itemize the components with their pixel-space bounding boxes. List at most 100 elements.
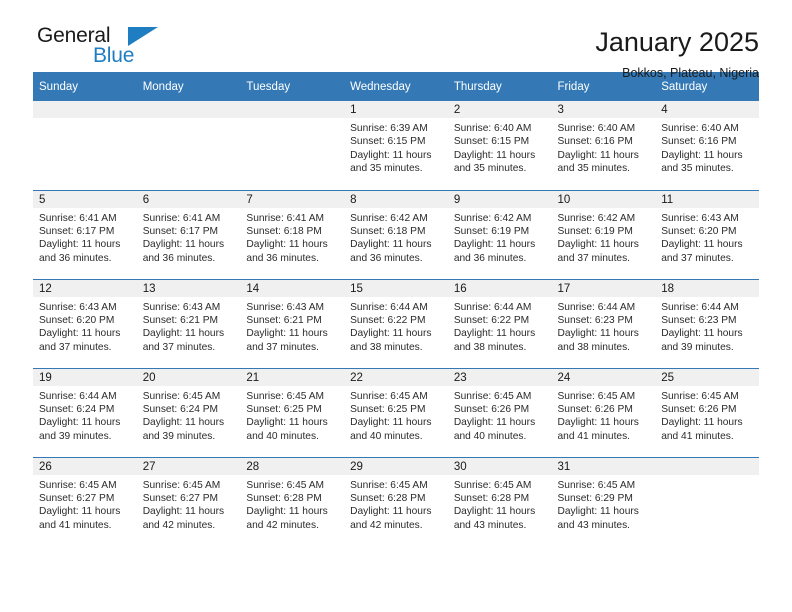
- calendar-week-row: 1 Sunrise: 6:39 AM Sunset: 6:15 PM Daylight…: [33, 101, 759, 190]
- day-info-line: Daylight: 11 hours: [661, 149, 743, 161]
- day-info-line: and 37 minutes.: [661, 252, 734, 264]
- day-number: 4: [655, 101, 759, 118]
- calendar-day-cell[interactable]: 18 Sunrise: 6:44 AM Sunset: 6:23 PM Dayligh…: [655, 278, 759, 368]
- day-sun-info: Sunrise: 6:44 AM Sunset: 6:22 PM Daylight:…: [448, 297, 552, 355]
- day-info-line: Sunset: 6:19 PM: [453, 225, 530, 237]
- day-info-line: and 37 minutes.: [246, 341, 319, 353]
- day-info-line: and 36 minutes.: [39, 252, 112, 264]
- day-info-line: Daylight: 11 hours: [453, 149, 536, 161]
- calendar-day-cell[interactable]: 23 Sunrise: 6:45 AM Sunset: 6:26 PM Dayligh…: [447, 367, 552, 457]
- day-info-line: Daylight: 11 hours: [453, 417, 536, 429]
- calendar-day-cell[interactable]: 17 Sunrise: 6:44 AM Sunset: 6:23 PM Dayligh…: [551, 278, 656, 368]
- calendar-day-cell[interactable]: 6 Sunrise: 6:41 AM Sunset: 6:17 PM Daylight…: [136, 189, 241, 279]
- day-info-line: Sunset: 6:23 PM: [661, 314, 737, 326]
- brand-logo[interactable]: General Blue: [33, 24, 163, 70]
- calendar-day-cell[interactable]: 20 Sunrise: 6:45 AM Sunset: 6:24 PM Dayligh…: [136, 367, 241, 457]
- day-info-line: Daylight: 11 hours: [557, 239, 639, 251]
- day-number: 18: [655, 279, 759, 297]
- day-sun-info: Sunrise: 6:45 AM Sunset: 6:25 PM Daylight:…: [240, 386, 344, 444]
- day-info-line: Sunset: 6:27 PM: [142, 492, 219, 504]
- day-info-line: Sunrise: 6:42 AM: [453, 212, 532, 224]
- calendar-day-cell[interactable]: 5 Sunrise: 6:41 AM Sunset: 6:17 PM Daylight…: [33, 189, 137, 279]
- calendar-day-cell[interactable]: 12 Sunrise: 6:43 AM Sunset: 6:20 PM Dayligh…: [33, 278, 137, 368]
- calendar-day-cell[interactable]: 22 Sunrise: 6:45 AM Sunset: 6:25 PM Dayligh…: [344, 367, 448, 457]
- day-number: 17: [551, 279, 656, 297]
- day-info-line: and 37 minutes.: [39, 341, 112, 353]
- day-info-line: Daylight: 11 hours: [557, 506, 639, 518]
- calendar-day-cell[interactable]: 30 Sunrise: 6:45 AM Sunset: 6:28 PM Dayligh…: [447, 456, 552, 546]
- calendar-day-cell[interactable]: 29 Sunrise: 6:45 AM Sunset: 6:28 PM Dayligh…: [344, 456, 448, 546]
- day-number: 9: [447, 190, 552, 208]
- day-info-line: Sunset: 6:17 PM: [142, 225, 219, 237]
- day-info-line: Sunset: 6:28 PM: [453, 492, 530, 504]
- day-sun-info: Sunrise: 6:40 AM Sunset: 6:16 PM Daylight:…: [655, 118, 759, 176]
- calendar-day-cell[interactable]: 11 Sunrise: 6:43 AM Sunset: 6:20 PM Dayligh…: [655, 189, 759, 279]
- day-info-line: Sunrise: 6:44 AM: [557, 301, 636, 313]
- day-number: 22: [344, 368, 448, 386]
- day-info-line: Daylight: 11 hours: [39, 506, 121, 518]
- calendar-day-cell[interactable]: 2 Sunrise: 6:40 AM Sunset: 6:15 PM Daylight…: [447, 101, 552, 190]
- calendar-day-cell[interactable]: 3 Sunrise: 6:40 AM Sunset: 6:16 PM Daylight…: [551, 101, 656, 190]
- day-info-line: Sunrise: 6:44 AM: [661, 301, 739, 313]
- day-sun-info: Sunrise: 6:45 AM Sunset: 6:28 PM Daylight:…: [240, 475, 344, 533]
- calendar-day-cell[interactable]: 10 Sunrise: 6:42 AM Sunset: 6:19 PM Dayligh…: [551, 189, 656, 279]
- calendar-day-cell[interactable]: 7 Sunrise: 6:41 AM Sunset: 6:18 PM Daylight…: [240, 189, 345, 279]
- day-sun-info: Sunrise: 6:43 AM Sunset: 6:21 PM Daylight:…: [137, 297, 241, 355]
- day-info-line: and 40 minutes.: [453, 430, 527, 442]
- calendar-day-cell[interactable]: 8 Sunrise: 6:42 AM Sunset: 6:18 PM Daylight…: [344, 189, 448, 279]
- calendar-day-cell[interactable]: 25 Sunrise: 6:45 AM Sunset: 6:26 PM Dayligh…: [655, 367, 759, 457]
- calendar-day-cell[interactable]: 1 Sunrise: 6:39 AM Sunset: 6:15 PM Daylight…: [344, 101, 448, 190]
- day-info-line: Daylight: 11 hours: [661, 417, 743, 429]
- day-info-line: Sunrise: 6:44 AM: [39, 390, 117, 402]
- calendar-day-cell[interactable]: 9 Sunrise: 6:42 AM Sunset: 6:19 PM Daylight…: [447, 189, 552, 279]
- day-info-line: Daylight: 11 hours: [142, 417, 225, 429]
- day-number: 23: [447, 368, 552, 386]
- day-info-line: and 35 minutes.: [557, 163, 631, 175]
- calendar-day-cell[interactable]: 13 Sunrise: 6:43 AM Sunset: 6:21 PM Dayligh…: [136, 278, 241, 368]
- day-number: 20: [136, 368, 241, 386]
- day-info-line: and 35 minutes.: [453, 163, 527, 175]
- calendar-day-cell[interactable]: 16 Sunrise: 6:44 AM Sunset: 6:22 PM Dayligh…: [447, 278, 552, 368]
- day-info-line: Sunrise: 6:45 AM: [246, 390, 324, 402]
- day-info-line: Daylight: 11 hours: [350, 239, 432, 251]
- day-info-line: Sunrise: 6:43 AM: [246, 301, 324, 313]
- calendar-day-cell[interactable]: 4 Sunrise: 6:40 AM Sunset: 6:16 PM Daylight…: [655, 101, 759, 190]
- calendar-day-cell[interactable]: 14 Sunrise: 6:43 AM Sunset: 6:21 PM Dayligh…: [240, 278, 345, 368]
- day-info-line: and 38 minutes.: [453, 341, 527, 353]
- day-info-line: Daylight: 11 hours: [246, 328, 328, 340]
- day-info-line: Daylight: 11 hours: [246, 239, 328, 251]
- calendar-day-cell[interactable]: 28 Sunrise: 6:45 AM Sunset: 6:28 PM Dayligh…: [240, 456, 345, 546]
- day-number: 2: [447, 101, 552, 118]
- day-info-line: Sunset: 6:16 PM: [557, 136, 633, 148]
- day-info-line: Daylight: 11 hours: [350, 506, 432, 518]
- day-info-line: Sunrise: 6:43 AM: [661, 212, 739, 224]
- day-info-line: Daylight: 11 hours: [39, 239, 121, 251]
- day-info-line: Sunset: 6:23 PM: [557, 314, 633, 326]
- calendar-day-cell[interactable]: 27 Sunrise: 6:45 AM Sunset: 6:27 PM Dayligh…: [136, 456, 241, 546]
- calendar-day-cell[interactable]: 15 Sunrise: 6:44 AM Sunset: 6:22 PM Dayligh…: [344, 278, 448, 368]
- day-info-line: Daylight: 11 hours: [350, 417, 432, 429]
- day-info-line: and 37 minutes.: [142, 341, 216, 353]
- calendar-day-cell[interactable]: 26 Sunrise: 6:45 AM Sunset: 6:27 PM Dayligh…: [33, 456, 137, 546]
- day-number: 5: [33, 190, 137, 208]
- day-info-line: Daylight: 11 hours: [661, 328, 743, 340]
- calendar-day-cell[interactable]: 21 Sunrise: 6:45 AM Sunset: 6:25 PM Dayligh…: [240, 367, 345, 457]
- day-number: [655, 457, 759, 475]
- day-info-line: Daylight: 11 hours: [453, 506, 536, 518]
- calendar-day-cell[interactable]: 19 Sunrise: 6:44 AM Sunset: 6:24 PM Dayligh…: [33, 367, 137, 457]
- calendar-day-cell[interactable]: 24 Sunrise: 6:45 AM Sunset: 6:26 PM Dayligh…: [551, 367, 656, 457]
- day-info-line: Sunset: 6:28 PM: [350, 492, 426, 504]
- day-info-line: Daylight: 11 hours: [142, 506, 225, 518]
- day-number: 7: [240, 190, 345, 208]
- calendar-cell-empty: [136, 101, 241, 190]
- calendar-page: General Blue January 2025 Bokkos, Platea…: [0, 0, 792, 612]
- weekday-header-tuesday: Tuesday: [240, 72, 345, 101]
- calendar-day-cell[interactable]: 31 Sunrise: 6:45 AM Sunset: 6:29 PM Dayligh…: [551, 456, 656, 546]
- day-info-line: and 38 minutes.: [350, 341, 423, 353]
- calendar-cell-empty: [33, 101, 137, 190]
- day-info-line: Sunset: 6:27 PM: [39, 492, 115, 504]
- day-info-line: and 43 minutes.: [557, 519, 631, 531]
- day-info-line: Sunset: 6:24 PM: [39, 403, 115, 415]
- day-info-line: and 41 minutes.: [557, 430, 631, 442]
- calendar-table: Sunday Monday Tuesday Wednesday Thursday Frid…: [33, 72, 759, 546]
